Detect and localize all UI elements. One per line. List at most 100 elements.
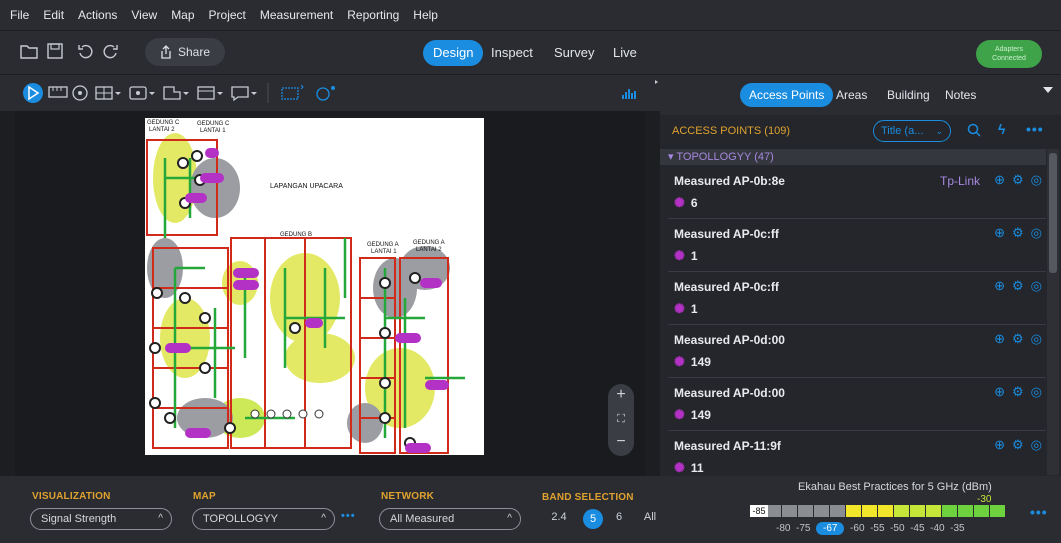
tab-survey[interactable]: Survey [544,40,604,66]
menu-help[interactable]: Help [413,8,438,22]
gear-icon[interactable]: ⚙ [1012,278,1024,294]
gear-icon[interactable]: ⚙ [1012,225,1024,241]
list-scrollbar[interactable] [1047,149,1059,475]
panel-menu-chevron-icon[interactable] [1043,87,1053,93]
sort-select[interactable]: Title (a... ⌄ [873,120,951,142]
target-icon[interactable]: ⊕ [994,225,1005,241]
radio-icon[interactable]: ◎ [1031,437,1042,453]
zoom-in-icon[interactable]: + [608,384,634,406]
band-6[interactable]: 6 [609,511,629,523]
network-select[interactable]: All Measured ^ [379,508,521,530]
select-tool-icon[interactable] [23,83,43,103]
target-icon[interactable]: ⊕ [994,437,1005,453]
channel-number: 1 [690,249,698,263]
more-options-icon[interactable]: ••• [1026,121,1044,137]
tab-areas[interactable]: Areas [827,83,876,107]
measure-tool-icon[interactable] [48,86,68,98]
panel-collapse-icon[interactable] [655,80,658,84]
zoom-out-icon[interactable]: − [608,432,634,454]
search-icon[interactable] [967,123,981,140]
fit-view-icon[interactable]: ⛶ [608,406,634,432]
shape-tool-icon[interactable] [163,86,189,100]
menu-view[interactable]: View [131,8,157,22]
floor-plan[interactable]: GEDUNG C LANTAI 2 GEDUNG C LANTAI 1 LAPA… [145,118,484,455]
label-lantai-a1: LANTAI 1 [371,249,397,255]
channel-number: 11 [690,461,704,475]
ap-list-item[interactable]: Measured AP-0b:8e Tp-Link ⊕ ⚙ ◎ ✺ 6 [668,167,1046,219]
area-tool-icon[interactable] [129,86,155,100]
map-more-icon[interactable]: ••• [341,510,356,522]
ap-list-item[interactable]: Measured AP-0c:ff ⊕ ⚙ ◎ ✺ 1 [668,220,1046,272]
auto-ap-icon[interactable]: ϟ [998,121,1005,137]
gear-icon[interactable]: ⚙ [1012,437,1024,453]
adapters-status-button[interactable]: Adapters Connected [976,40,1042,68]
tick-selected[interactable]: -67 [816,522,845,535]
legend-max-label: -30 [977,494,992,505]
target-icon[interactable]: ⊕ [994,278,1005,294]
menu-actions[interactable]: Actions [78,8,117,22]
tab-live[interactable]: Live [603,40,647,66]
redo-icon[interactable] [100,40,122,62]
tab-inspect[interactable]: Inspect [481,40,543,66]
auto-place-icon[interactable] [281,84,304,100]
menu-file[interactable]: File [10,8,29,22]
band-5[interactable]: 5 [583,509,603,529]
tick: -45 [910,523,925,534]
ap-list-item[interactable]: Measured AP-0d:00 ⊕ ⚙ ◎ ✺ 149 [668,326,1046,378]
legend-more-icon[interactable]: ••• [1030,504,1048,520]
sort-select-value: Title (a... [881,125,924,137]
menu-edit[interactable]: Edit [43,8,64,22]
legend-title: Ekahau Best Practices for 5 GHz (dBm) [798,481,992,493]
ap-channel: ✺ 149 [674,354,711,370]
menu-measurement[interactable]: Measurement [260,8,333,22]
radio-badge-icon: ✺ [674,407,685,422]
open-folder-icon[interactable] [18,40,40,62]
ap-name: Measured AP-0b:8e [674,174,785,188]
tab-design[interactable]: Design [423,40,484,66]
menu-project[interactable]: Project [209,8,246,22]
ap-list-item[interactable]: Measured AP-0c:ff ⊕ ⚙ ◎ ✺ 1 [668,273,1046,325]
tick: -35 [950,523,965,534]
undo-icon[interactable] [74,40,96,62]
target-icon[interactable]: ⊕ [994,172,1005,188]
menu-reporting[interactable]: Reporting [347,8,399,22]
radio-icon[interactable]: ◎ [1031,331,1042,347]
radio-icon[interactable]: ◎ [1031,278,1042,294]
tab-notes[interactable]: Notes [936,83,985,107]
ap-list-item[interactable]: Measured AP-0d:00 ⊕ ⚙ ◎ ✺ 149 [668,379,1046,431]
target-icon[interactable]: ⊕ [994,331,1005,347]
map-select[interactable]: TOPOLLOGYY ^ [192,508,335,530]
ap-actions: ⊕ ⚙ ◎ [994,225,1042,241]
target-icon[interactable]: ⊕ [994,384,1005,400]
radio-icon[interactable]: ◎ [1031,172,1042,188]
place-ap-icon[interactable] [72,85,88,101]
adapters-line2: Connected [992,55,1026,62]
table-tool-icon[interactable] [197,86,223,100]
radio-badge-icon: ✺ [674,195,685,210]
wall-tool-icon[interactable] [95,86,121,100]
tab-building[interactable]: Building [878,83,939,107]
radio-icon[interactable]: ◎ [1031,225,1042,241]
note-tool-icon[interactable] [231,86,257,102]
band-2-4[interactable]: 2.4 [549,511,569,523]
gear-icon[interactable]: ⚙ [1012,384,1024,400]
label-gedung-c1: GEDUNG C [197,121,230,127]
menu-map[interactable]: Map [171,8,194,22]
tick: -80 [776,523,791,534]
capacity-tool-icon[interactable] [316,86,335,101]
tab-access-points[interactable]: Access Points [740,83,834,107]
share-button[interactable]: Share [145,38,225,66]
save-icon[interactable] [44,40,66,62]
chevron-up-icon: ^ [158,513,163,524]
signal-bars-icon[interactable] [622,89,636,99]
scroll-thumb[interactable] [1049,153,1057,273]
radio-icon[interactable]: ◎ [1031,384,1042,400]
band-all[interactable]: All [640,511,660,523]
visualization-select[interactable]: Signal Strength ^ [30,508,172,530]
channel-number: 1 [690,302,698,316]
gear-icon[interactable]: ⚙ [1012,172,1024,188]
group-row-topollogyy[interactable]: ▾ TOPOLLOGYY (47) [660,149,1046,165]
ap-name: Measured AP-0c:ff [674,280,779,294]
legend-color-bar[interactable] [750,505,1006,517]
gear-icon[interactable]: ⚙ [1012,331,1024,347]
